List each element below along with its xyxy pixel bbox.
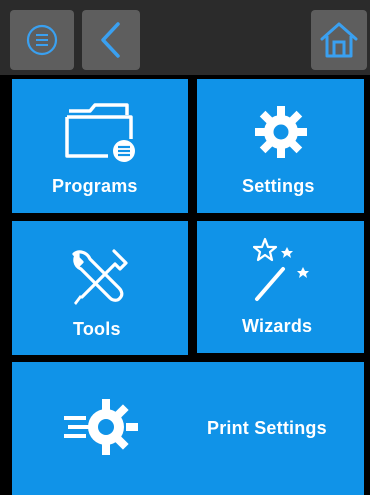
- tools-label: Tools: [73, 319, 121, 339]
- magic-wand-icon: [253, 237, 315, 303]
- wrench-screwdriver-icon: [70, 247, 130, 309]
- tools-tile[interactable]: Tools: [12, 221, 188, 355]
- gear-icon: [254, 105, 308, 159]
- programs-label: Programs: [52, 176, 138, 196]
- settings-tile[interactable]: Settings: [197, 79, 364, 213]
- settings-label: Settings: [242, 176, 315, 196]
- chevron-left-icon: [98, 21, 124, 59]
- print-settings-label: Print Settings: [207, 418, 327, 438]
- folder-icon: [64, 101, 140, 163]
- programs-tile[interactable]: Programs: [12, 79, 188, 213]
- speed-gear-icon: [64, 398, 140, 456]
- wizards-label: Wizards: [242, 316, 313, 336]
- home-button[interactable]: [311, 10, 367, 70]
- menu-button[interactable]: [10, 10, 74, 70]
- home-icon: [319, 21, 359, 59]
- back-button[interactable]: [82, 10, 140, 70]
- menu-lines-icon: [25, 23, 59, 57]
- print-settings-tile[interactable]: Print Settings: [12, 362, 364, 495]
- top-bar: [0, 0, 370, 75]
- wizards-tile[interactable]: Wizards: [197, 221, 364, 353]
